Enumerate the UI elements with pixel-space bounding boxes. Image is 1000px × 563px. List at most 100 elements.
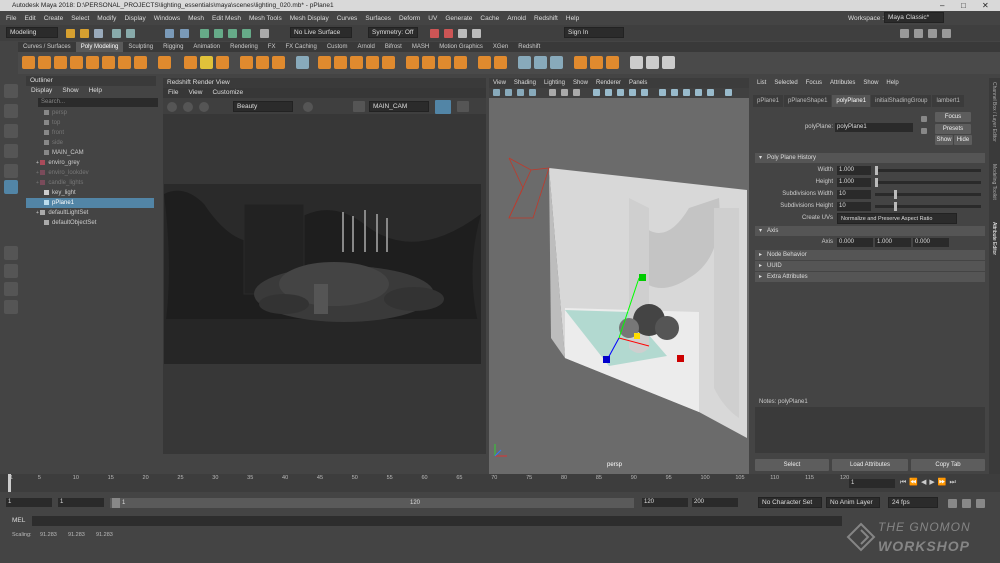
undo-icon[interactable] [112, 29, 121, 38]
shelf-tab-rendering[interactable]: Rendering [225, 42, 263, 52]
crop-icon[interactable] [353, 101, 365, 112]
menu-display[interactable]: Display [124, 15, 145, 22]
list-item[interactable]: top [26, 118, 154, 128]
poly-disc-icon[interactable] [118, 56, 131, 69]
menu-help[interactable]: Help [566, 15, 579, 22]
render-settings-icon[interactable] [458, 29, 467, 38]
show-button[interactable]: Show [935, 135, 953, 145]
move-tool-icon[interactable] [4, 144, 18, 158]
start-frame-field[interactable]: 1 [6, 498, 52, 507]
wedge-icon[interactable] [550, 56, 563, 69]
circularize-icon[interactable] [534, 56, 547, 69]
preferences-icon[interactable] [976, 499, 985, 508]
shelf-tab-redshift[interactable]: Redshift [513, 42, 545, 52]
character-set-dropdown[interactable]: No Character Set [758, 497, 822, 508]
shelf-tab-curves[interactable]: Curves / Surfaces [18, 42, 76, 52]
ae-menu-attributes[interactable]: Attributes [830, 78, 855, 88]
shadows-icon[interactable] [641, 89, 648, 96]
list-item[interactable]: + defaultLightSet [26, 208, 154, 218]
shelf-tab-custom[interactable]: Custom [322, 42, 353, 52]
merge-icon[interactable] [478, 56, 491, 69]
subdivisions-width-slider-handle[interactable] [894, 190, 897, 199]
bevel-icon[interactable] [350, 56, 363, 69]
tab-polyplane1[interactable]: polyPlane1 [832, 95, 871, 107]
menu-redshift[interactable]: Redshift [534, 15, 558, 22]
outliner-menu-help[interactable]: Help [89, 86, 102, 96]
play-forward-icon[interactable]: ▶ [929, 479, 937, 486]
boolean-icon[interactable] [296, 56, 309, 69]
snap-point-icon[interactable] [228, 29, 237, 38]
modeling-toolkit-icon[interactable] [900, 29, 909, 38]
workspace-dropdown[interactable]: Maya Classic* [884, 12, 944, 23]
extrude-icon[interactable] [318, 56, 331, 69]
two-view-icon[interactable] [4, 282, 18, 296]
aov-dropdown[interactable]: Beauty [233, 101, 293, 112]
menu-mesh-display[interactable]: Mesh Display [290, 15, 329, 22]
range-start-handle[interactable] [112, 498, 120, 508]
render-icon[interactable] [430, 29, 439, 38]
menu-mesh-tools[interactable]: Mesh Tools [249, 15, 282, 22]
next-key-icon[interactable]: ⏩ [938, 479, 950, 486]
connect-icon[interactable] [438, 56, 451, 69]
height-slider-handle[interactable] [875, 178, 878, 187]
stop-icon[interactable] [303, 102, 313, 112]
ao-icon[interactable] [683, 89, 690, 96]
poly-sphere-icon[interactable] [22, 56, 35, 69]
list-item[interactable]: pPlane1 [26, 198, 154, 208]
smooth-icon[interactable] [272, 56, 285, 69]
aa-icon[interactable] [695, 89, 702, 96]
menu-arnold[interactable]: Arnold [507, 15, 526, 22]
tool-settings-icon[interactable] [928, 29, 937, 38]
ae-menu-list[interactable]: List [757, 78, 766, 88]
subdivisions-height-slider[interactable] [875, 205, 981, 208]
select-button[interactable]: Select [755, 459, 829, 471]
grid-icon[interactable] [549, 89, 556, 96]
shelf-tab-motion-graphics[interactable]: Motion Graphics [434, 42, 488, 52]
symmetry-dropdown[interactable]: Symmetry: Off [368, 27, 418, 38]
viewport-menu-panels[interactable]: Panels [629, 78, 647, 88]
multi-cut-icon[interactable] [406, 56, 419, 69]
range-slider[interactable] [110, 498, 634, 508]
subdivisions-height-field[interactable]: 10 [837, 202, 871, 211]
viewport-menu-shading[interactable]: Shading [514, 78, 536, 88]
ae-menu-help[interactable]: Help [886, 78, 898, 88]
automatic-map-icon[interactable] [606, 56, 619, 69]
list-item[interactable]: persp [26, 108, 154, 118]
four-view-icon[interactable] [4, 264, 18, 278]
shelf-tab-bifrost[interactable]: Bifrost [380, 42, 407, 52]
hypershade-icon[interactable] [472, 29, 481, 38]
shelf-tab-fx[interactable]: FX [263, 42, 281, 52]
append-icon[interactable] [366, 56, 379, 69]
go-output-icon[interactable] [921, 128, 927, 134]
focus-button[interactable]: Focus [935, 112, 971, 122]
close-button[interactable]: ✕ [982, 0, 989, 11]
soft-select-icon[interactable] [630, 56, 643, 69]
menu-deform[interactable]: Deform [399, 15, 420, 22]
end-frame-field[interactable]: 200 [692, 498, 738, 507]
tab-pplaneshape1[interactable]: pPlaneShape1 [784, 95, 832, 107]
poly-plane-icon[interactable] [102, 56, 115, 69]
shelf-tab-arnold[interactable]: Arnold [353, 42, 380, 52]
step-back-icon[interactable]: ⏪ [909, 479, 921, 486]
mode-dropdown[interactable]: Modeling [6, 27, 58, 38]
outliner-menu-show[interactable]: Show [62, 86, 78, 96]
checker-icon[interactable] [646, 56, 659, 69]
lock-view-icon[interactable] [435, 100, 451, 114]
sign-in-button[interactable]: Sign In [564, 27, 624, 38]
attribute-editor-icon[interactable] [914, 29, 923, 38]
outliner-menu-display[interactable]: Display [31, 86, 52, 96]
xray-icon[interactable] [671, 89, 678, 96]
channel-box-icon[interactable] [942, 29, 951, 38]
menu-generate[interactable]: Generate [445, 15, 472, 22]
menu-modify[interactable]: Modify [97, 15, 116, 22]
width-slider[interactable] [875, 169, 981, 172]
list-item[interactable]: front [26, 128, 154, 138]
current-frame-field[interactable]: 1 [849, 479, 895, 488]
height-field[interactable]: 1.000 [837, 178, 871, 187]
axis-z-field[interactable]: 0.000 [913, 238, 949, 247]
quad-draw-icon[interactable] [454, 56, 467, 69]
presets-button[interactable]: Presets [935, 124, 971, 134]
notes-textarea[interactable] [755, 407, 985, 453]
image-plane-icon[interactable] [529, 89, 536, 96]
list-item[interactable]: key_light [26, 188, 154, 198]
